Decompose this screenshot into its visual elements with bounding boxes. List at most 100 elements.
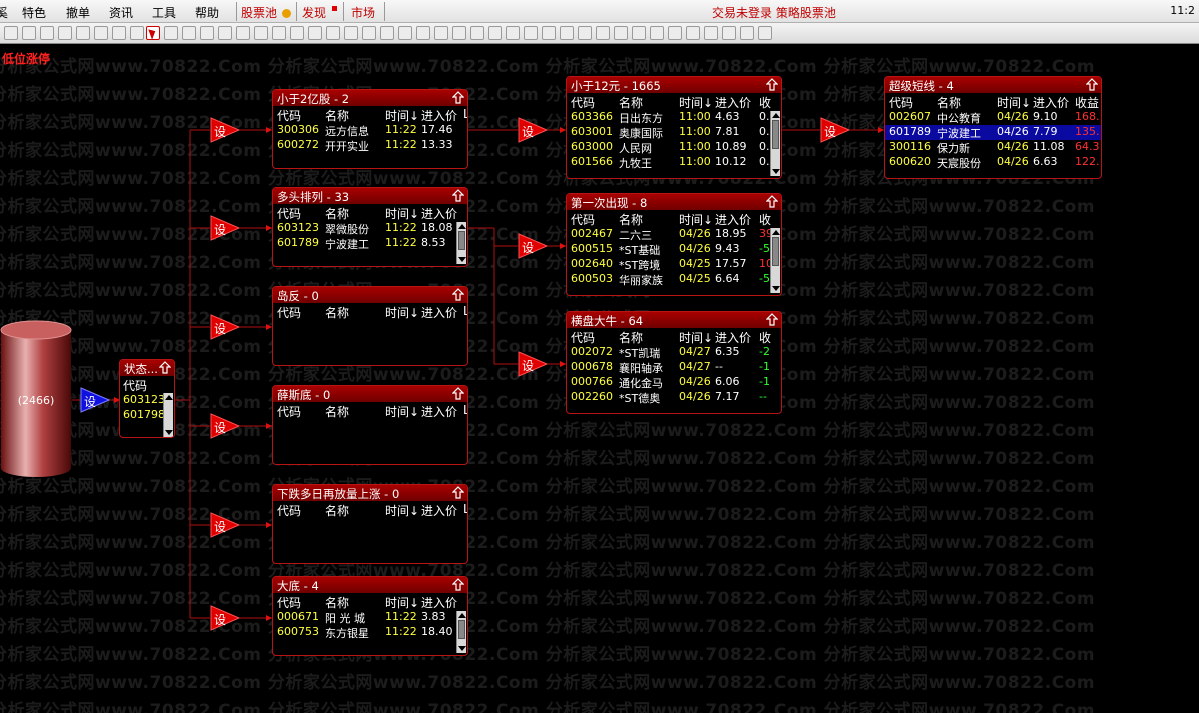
strategy-panel-xuesidi[interactable]: 薛斯底 - 0代码 名称 时间↓进入价 L <box>272 385 468 465</box>
toolbar-tool-icon[interactable] <box>632 26 646 40</box>
toolbar-tool-icon[interactable] <box>94 26 108 40</box>
menu-item-partial[interactable]: 奚 <box>0 4 8 21</box>
toolbar-tool-icon[interactable] <box>398 26 412 40</box>
table-row[interactable]: 300306 远方信息 11:22 17.46 <box>273 123 467 138</box>
toolbar-tool-icon[interactable] <box>218 26 232 40</box>
toolbar-tool-icon[interactable] <box>200 26 214 40</box>
scroll-up-icon[interactable] <box>458 224 466 229</box>
toolbar-tool-icon[interactable] <box>112 26 126 40</box>
expand-up-icon[interactable] <box>766 313 778 326</box>
toolbar-tool-icon[interactable] <box>416 26 430 40</box>
menu-item-special[interactable]: 特色 <box>22 4 46 21</box>
column-header[interactable]: 时间↓ <box>679 211 713 228</box>
column-header[interactable]: 进入价 <box>421 205 457 222</box>
toolbar-tool-icon[interactable] <box>452 26 466 40</box>
table-row[interactable]: 601566 九牧王 11:00 10.12 0. <box>567 155 781 170</box>
column-header[interactable]: 进入价 <box>715 94 751 111</box>
menu-item-discover[interactable]: 发现 <box>302 4 337 21</box>
table-row[interactable]: 603123 翠微股份 11:22 18.08 <box>273 221 467 236</box>
column-header[interactable]: 进入价 <box>1033 94 1069 111</box>
column-header[interactable]: 代码 <box>277 107 301 124</box>
column-header[interactable]: 代码 <box>277 205 301 222</box>
toolbar-tool-icon[interactable] <box>182 26 196 40</box>
toolbar-tool-icon[interactable] <box>722 26 736 40</box>
table-row[interactable]: 603366 日出东方 11:00 4.63 0. <box>567 110 781 125</box>
table-row[interactable]: 600620 天宸股份 04/26 6.63 122. <box>885 155 1101 170</box>
toolbar-tool-icon[interactable] <box>542 26 556 40</box>
toolbar-tool-icon[interactable] <box>704 26 718 40</box>
toolbar-tool-icon[interactable] <box>4 26 18 40</box>
toolbar-tool-icon[interactable] <box>326 26 340 40</box>
strategy-panel-lt2yi[interactable]: 小于2亿股 - 2代码 名称 时间↓进入价 L 300306 远方信息 11:22 17.46… <box>272 89 468 169</box>
toolbar-tool-icon[interactable] <box>40 26 54 40</box>
panel-scrollbar[interactable] <box>456 611 466 653</box>
column-header[interactable]: 名称 <box>619 329 643 346</box>
expand-up-icon[interactable] <box>452 387 464 400</box>
table-row[interactable]: 002260 *ST德奥 04/26 7.17 -- <box>567 390 781 405</box>
strategy-panel-lt12[interactable]: 小于12元 - 1665 代码 名称 时间↓ 进入价收 603366 日出东方 11:00 4.… <box>566 76 782 179</box>
toolbar-tool-icon[interactable] <box>236 26 250 40</box>
column-header[interactable]: 名称 <box>325 403 349 420</box>
scroll-thumb[interactable] <box>458 620 465 639</box>
toolbar-tool-icon[interactable] <box>272 26 286 40</box>
column-header[interactable]: 代码 <box>571 211 595 228</box>
scroll-up-icon[interactable] <box>458 613 466 618</box>
column-header[interactable]: 代码 <box>277 304 301 321</box>
column-header[interactable]: 收 <box>759 329 771 346</box>
table-row[interactable]: 600753 东方银星 11:22 18.40 <box>273 625 467 640</box>
toolbar-tool-icon[interactable] <box>488 26 502 40</box>
table-row[interactable]: 603001 奥康国际 11:00 7.81 0. <box>567 125 781 140</box>
toolbar-tool-icon[interactable] <box>614 26 628 40</box>
toolbar-tool-icon[interactable] <box>344 26 358 40</box>
expand-up-icon[interactable] <box>766 78 778 91</box>
column-header[interactable]: 名称 <box>619 211 643 228</box>
column-header[interactable]: 代码 <box>571 94 595 111</box>
expand-up-icon[interactable] <box>766 195 778 208</box>
expand-up-icon[interactable] <box>452 578 464 591</box>
column-header[interactable]: 进入价 <box>715 211 751 228</box>
toolbar-tool-icon[interactable] <box>740 26 754 40</box>
toolbar-tool-icon[interactable] <box>578 26 592 40</box>
toolbar-tool-icon[interactable] <box>308 26 322 40</box>
scroll-down-icon[interactable] <box>458 257 466 262</box>
table-row[interactable]: 600272 开开实业 11:22 13.33 <box>273 138 467 153</box>
strategy-panel-xiadie[interactable]: 下跌多日再放量上涨 - 0代码 名称 时间↓进入价 L <box>272 484 468 564</box>
column-header[interactable]: 代码 <box>277 502 301 519</box>
column-header[interactable]: 收 <box>759 211 771 228</box>
column-header[interactable]: 代码 <box>889 94 913 111</box>
table-row[interactable]: 600503 华丽家族 04/25 6.64 -5 <box>567 272 781 287</box>
column-header[interactable]: 进入价 <box>421 502 457 519</box>
strategy-panel-dadi[interactable]: 大底 - 4 代码 名称 时间↓ 进入价 000671 阳 光 城 11:22 3.83 6007… <box>272 576 468 656</box>
toolbar-tool-icon[interactable] <box>164 26 178 40</box>
column-header[interactable]: L <box>463 304 467 318</box>
column-header[interactable]: 时间↓ <box>385 205 419 222</box>
strategy-panel-duotou[interactable]: 多头排列 - 33 代码 名称 时间↓ 进入价 603123 翠微股份 11:22 18.08 6… <box>272 187 468 267</box>
column-header[interactable]: 进入价 <box>421 594 457 611</box>
column-header[interactable]: 代码 <box>277 403 301 420</box>
column-header[interactable]: 时间↓ <box>385 107 419 124</box>
column-header[interactable]: 时间↓ <box>679 94 713 111</box>
table-row[interactable]: 002607 中公教育 04/26 9.10 168. <box>885 110 1101 125</box>
column-header[interactable]: 进入价 <box>421 107 457 124</box>
toolbar-tool-icon[interactable] <box>58 26 72 40</box>
column-header[interactable]: L <box>463 502 467 516</box>
column-header[interactable]: 时间↓ <box>385 594 419 611</box>
scroll-up-icon[interactable] <box>772 230 780 235</box>
column-header[interactable]: 收 <box>759 94 771 111</box>
menu-item-help[interactable]: 帮助 <box>195 4 219 21</box>
toolbar-tool-icon[interactable] <box>290 26 304 40</box>
menu-item-cancel-order[interactable]: 撤单 <box>66 4 90 21</box>
toolbar-tool-icon[interactable] <box>560 26 574 40</box>
table-row[interactable]: 300116 保力新 04/26 11.08 64.3 <box>885 140 1101 155</box>
column-header[interactable]: L <box>463 403 467 417</box>
scroll-thumb[interactable] <box>458 231 465 250</box>
column-header[interactable]: 名称 <box>325 107 349 124</box>
scroll-up-icon[interactable] <box>165 395 173 400</box>
column-header[interactable]: 名称 <box>325 205 349 222</box>
table-row[interactable]: 000766 通化金马 04/26 6.06 -1 <box>567 375 781 390</box>
column-header[interactable]: 进入价 <box>421 403 457 420</box>
toolbar-tool-icon[interactable] <box>470 26 484 40</box>
scroll-down-icon[interactable] <box>772 286 780 291</box>
column-header[interactable]: 名称 <box>325 502 349 519</box>
expand-up-icon[interactable] <box>452 486 464 499</box>
